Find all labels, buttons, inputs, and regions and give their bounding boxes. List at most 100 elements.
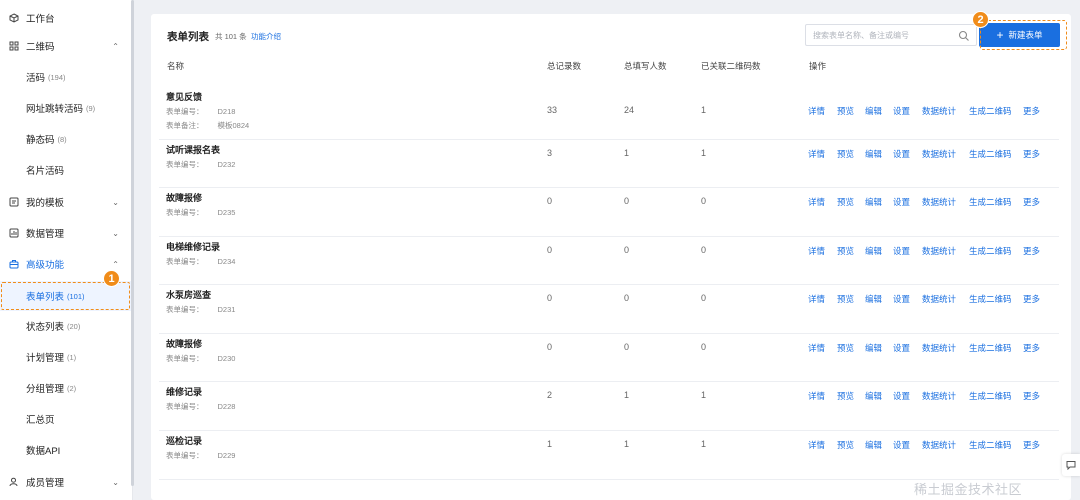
new-form-button[interactable]: + 新建表单 — [979, 23, 1060, 47]
action-link-4[interactable]: 数据统计 — [922, 293, 956, 305]
action-link-2[interactable]: 编辑 — [865, 439, 882, 451]
action-link-4[interactable]: 数据统计 — [922, 245, 956, 257]
sidebar-item-label: 成员管理 — [26, 478, 65, 489]
action-link-6[interactable]: 更多 — [1023, 439, 1040, 451]
float-chat-button[interactable] — [1062, 454, 1080, 476]
sidebar-item-data-api[interactable]: 数据API — [0, 435, 133, 465]
form-name[interactable]: 巡检记录 — [166, 434, 202, 447]
action-link-3[interactable]: 设置 — [893, 245, 910, 257]
sidebar-item-label: 二维码 — [26, 42, 55, 53]
action-link-2[interactable]: 编辑 — [865, 342, 882, 354]
action-link-1[interactable]: 预览 — [837, 439, 854, 451]
search-icon[interactable] — [958, 29, 970, 41]
action-link-3[interactable]: 设置 — [893, 342, 910, 354]
action-link-6[interactable]: 更多 — [1023, 293, 1040, 305]
form-name[interactable]: 维修记录 — [166, 385, 202, 398]
action-link-0[interactable]: 详情 — [808, 293, 825, 305]
form-name[interactable]: 意见反馈 — [166, 90, 202, 103]
action-link-4[interactable]: 数据统计 — [922, 105, 956, 117]
column-header-writers: 总填写人数 — [624, 61, 667, 71]
action-link-5[interactable]: 生成二维码 — [969, 293, 1012, 305]
cell-records: 1 — [547, 439, 553, 449]
action-link-6[interactable]: 更多 — [1023, 105, 1040, 117]
action-link-1[interactable]: 预览 — [837, 245, 854, 257]
action-link-5[interactable]: 生成二维码 — [969, 390, 1012, 402]
action-link-0[interactable]: 详情 — [808, 245, 825, 257]
form-note-value: 模板0824 — [217, 121, 250, 130]
action-link-5[interactable]: 生成二维码 — [969, 105, 1012, 117]
form-note-label: 表单备注： — [166, 121, 204, 130]
sidebar-item-templates[interactable]: 我的模板 ⌄ — [0, 187, 133, 217]
action-link-3[interactable]: 设置 — [893, 105, 910, 117]
sidebar-item-summary[interactable]: 汇总页 — [0, 404, 133, 434]
action-link-5[interactable]: 生成二维码 — [969, 439, 1012, 451]
sidebar-item-plan-management[interactable]: 计划管理 (1) — [0, 342, 133, 372]
action-link-5[interactable]: 生成二维码 — [969, 245, 1012, 257]
action-link-6[interactable]: 更多 — [1023, 196, 1040, 208]
action-link-3[interactable]: 设置 — [893, 390, 910, 402]
action-link-0[interactable]: 详情 — [808, 342, 825, 354]
action-link-4[interactable]: 数据统计 — [922, 390, 956, 402]
form-name[interactable]: 试听课报名表 — [166, 143, 220, 156]
form-id-label: 表单编号： — [166, 208, 204, 217]
action-link-5[interactable]: 生成二维码 — [969, 196, 1012, 208]
action-link-2[interactable]: 编辑 — [865, 390, 882, 402]
cell-records: 3 — [547, 148, 553, 158]
search-input[interactable] — [813, 30, 958, 40]
action-link-4[interactable]: 数据统计 — [922, 439, 956, 451]
form-id-label: 表单编号： — [166, 354, 204, 363]
sidebar-item-static-code[interactable]: 静态码 (8) — [0, 124, 133, 154]
action-link-6[interactable]: 更多 — [1023, 245, 1040, 257]
action-link-0[interactable]: 详情 — [808, 439, 825, 451]
table-row: 故障报修 表单编号： D230 0 0 0 详情 预览 编辑 设置 数据统计 生成二维码 更多 — [159, 334, 1059, 382]
form-name[interactable]: 故障报修 — [166, 191, 202, 204]
cell-qrcodes: 0 — [701, 196, 707, 206]
action-link-1[interactable]: 预览 — [837, 105, 854, 117]
action-link-1[interactable]: 预览 — [837, 148, 854, 160]
chevron-down-icon: ⌄ — [112, 228, 119, 238]
action-link-4[interactable]: 数据统计 — [922, 342, 956, 354]
action-link-2[interactable]: 编辑 — [865, 196, 882, 208]
sidebar-item-card-code[interactable]: 名片活码 — [0, 155, 133, 185]
action-link-1[interactable]: 预览 — [837, 196, 854, 208]
sidebar-item-members[interactable]: 成员管理 ⌄ — [0, 467, 133, 497]
action-link-0[interactable]: 详情 — [808, 105, 825, 117]
sidebar-item-label: 工作台 — [26, 14, 55, 25]
action-link-1[interactable]: 预览 — [837, 293, 854, 305]
action-link-0[interactable]: 详情 — [808, 196, 825, 208]
action-link-6[interactable]: 更多 — [1023, 148, 1040, 160]
sidebar-item-data-management[interactable]: 数据管理 ⌄ — [0, 218, 133, 248]
action-link-2[interactable]: 编辑 — [865, 105, 882, 117]
action-link-2[interactable]: 编辑 — [865, 245, 882, 257]
action-link-1[interactable]: 预览 — [837, 390, 854, 402]
action-link-6[interactable]: 更多 — [1023, 390, 1040, 402]
sidebar-item-qrcode[interactable]: 二维码 ⌃ — [0, 31, 133, 61]
sidebar-item-url-code[interactable]: 网址跳转活码 (9) — [0, 93, 133, 123]
action-link-4[interactable]: 数据统计 — [922, 196, 956, 208]
sidebar-item-label: 数据管理 — [26, 229, 65, 240]
sidebar-item-workbench[interactable]: 工作台 — [0, 3, 133, 33]
feature-intro-link[interactable]: 功能介绍 — [251, 31, 281, 42]
action-link-3[interactable]: 设置 — [893, 196, 910, 208]
action-link-3[interactable]: 设置 — [893, 293, 910, 305]
action-link-4[interactable]: 数据统计 — [922, 148, 956, 160]
form-name[interactable]: 故障报修 — [166, 337, 202, 350]
sidebar-item-status-list[interactable]: 状态列表 (20) — [0, 311, 133, 341]
form-name[interactable]: 电梯维修记录 — [166, 240, 220, 253]
sidebar-scrollbar[interactable] — [131, 0, 134, 486]
action-link-3[interactable]: 设置 — [893, 148, 910, 160]
action-link-1[interactable]: 预览 — [837, 342, 854, 354]
action-link-0[interactable]: 详情 — [808, 148, 825, 160]
sidebar-item-group-management[interactable]: 分组管理 (2) — [0, 373, 133, 403]
action-link-5[interactable]: 生成二维码 — [969, 342, 1012, 354]
action-link-5[interactable]: 生成二维码 — [969, 148, 1012, 160]
sidebar-item-live-code[interactable]: 活码 (194) — [0, 62, 133, 92]
action-link-2[interactable]: 编辑 — [865, 293, 882, 305]
action-link-3[interactable]: 设置 — [893, 439, 910, 451]
action-link-0[interactable]: 详情 — [808, 390, 825, 402]
sidebar-item-label: 高级功能 — [26, 260, 65, 271]
action-link-2[interactable]: 编辑 — [865, 148, 882, 160]
action-link-6[interactable]: 更多 — [1023, 342, 1040, 354]
cell-qrcodes: 0 — [701, 245, 707, 255]
form-name[interactable]: 水泵房巡查 — [166, 288, 211, 301]
